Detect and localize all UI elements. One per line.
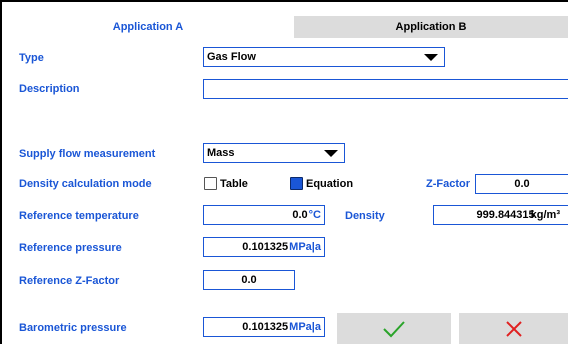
density-input[interactable]: 999.844315 kg/m³ xyxy=(433,205,568,225)
chevron-down-icon xyxy=(424,53,438,61)
radio-equation-box xyxy=(290,177,303,190)
baro-unit: MPa|a xyxy=(289,321,321,333)
type-label: Type xyxy=(19,52,44,64)
supply-flow-select[interactable]: Mass xyxy=(203,143,345,163)
z-factor-value: 0.0 xyxy=(514,178,530,190)
radio-table-box xyxy=(204,177,217,190)
z-factor-label: Z-Factor xyxy=(426,178,470,190)
baro-input[interactable]: 0.101325 MPa|a xyxy=(203,317,325,337)
baro-value: 0.101325 xyxy=(242,321,289,333)
ref-pressure-value: 0.101325 xyxy=(242,241,289,253)
ref-z-value: 0.0 xyxy=(241,274,257,286)
tab-application-b[interactable]: Application B xyxy=(294,16,568,38)
chevron-down-icon xyxy=(324,149,338,157)
check-icon xyxy=(383,320,405,337)
description-input[interactable] xyxy=(203,79,568,99)
radio-equation-label: Equation xyxy=(306,177,354,190)
ref-temp-label: Reference temperature xyxy=(19,210,139,222)
density-mode-label: Density calculation mode xyxy=(19,178,152,190)
z-factor-input[interactable]: 0.0 xyxy=(475,174,568,194)
density-value: 999.844315 xyxy=(476,209,535,221)
tab-application-a[interactable]: Application A xyxy=(2,16,294,38)
type-value: Gas Flow xyxy=(207,51,256,63)
ref-temp-unit: °C xyxy=(308,209,321,221)
type-select[interactable]: Gas Flow xyxy=(203,47,445,67)
ref-z-label: Reference Z-Factor xyxy=(19,275,120,287)
supply-flow-value: Mass xyxy=(207,147,235,159)
ref-pressure-input[interactable]: 0.101325 MPa|a xyxy=(203,237,325,257)
density-label: Density xyxy=(345,210,385,222)
ref-temp-value: 0.0 xyxy=(292,209,308,221)
confirm-button[interactable] xyxy=(337,313,451,344)
baro-label: Barometric pressure xyxy=(19,322,127,334)
supply-flow-label: Supply flow measurement xyxy=(19,148,156,160)
density-unit: kg/m³ xyxy=(530,209,560,221)
radio-table[interactable]: Table xyxy=(204,177,248,190)
description-label: Description xyxy=(19,83,80,95)
radio-equation[interactable]: Equation xyxy=(290,177,353,190)
ref-temp-input[interactable]: 0.0 °C xyxy=(203,205,325,225)
ref-pressure-label: Reference pressure xyxy=(19,242,122,254)
ref-z-input[interactable]: 0.0 xyxy=(203,270,295,290)
close-icon xyxy=(505,320,522,337)
radio-table-label: Table xyxy=(220,177,248,190)
ref-pressure-unit: MPa|a xyxy=(289,241,321,253)
cancel-button[interactable] xyxy=(459,313,568,344)
